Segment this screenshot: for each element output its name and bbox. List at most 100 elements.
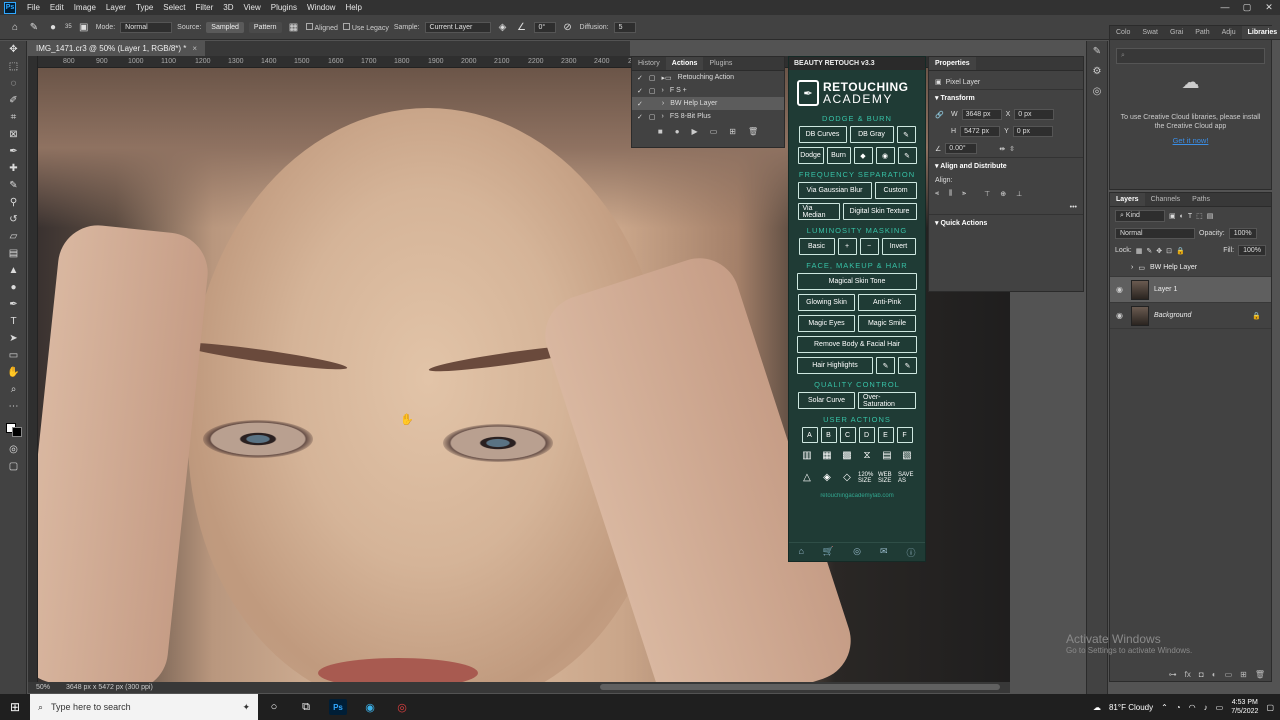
type-tool-icon[interactable]: T	[0, 313, 27, 330]
angle-input[interactable]: 0.00°	[945, 143, 978, 154]
kind-filter-select[interactable]: ⌕ Kind	[1115, 210, 1165, 222]
db-curves-button[interactable]: DB Curves	[798, 126, 847, 143]
academy-url[interactable]: retouchingacademylab.com	[789, 493, 925, 499]
align-top-icon[interactable]: ⊤	[984, 190, 990, 198]
diffusion-input[interactable]: 5	[613, 21, 636, 33]
tab-plugins[interactable]: Plugins	[703, 57, 738, 70]
solar-curve-button[interactable]: Solar Curve	[798, 392, 855, 409]
close-tab-icon[interactable]: ×	[192, 44, 197, 53]
ignore-adjustment-icon[interactable]: ◈	[496, 22, 510, 33]
layer-row-group[interactable]: › ▭ BW Help Layer	[1110, 259, 1271, 277]
new-group-icon[interactable]: ▭	[1225, 670, 1233, 679]
lock-position-icon[interactable]: ✥	[1156, 247, 1162, 255]
task-view-icon[interactable]: ⧉	[290, 694, 322, 720]
weather-text[interactable]: 81°F Cloudy	[1109, 703, 1153, 712]
new-action-icon[interactable]: ⊞	[729, 127, 736, 136]
tab-paths[interactable]: Paths	[1186, 193, 1216, 206]
menu-file[interactable]: File	[22, 3, 45, 12]
brush-icon[interactable]: ✎	[896, 126, 916, 143]
visibility-eye-icon[interactable]: ◉	[1116, 285, 1126, 294]
minimize-icon[interactable]: —	[1214, 0, 1236, 15]
brush-icon[interactable]: ✎	[876, 357, 895, 374]
aligned-checkbox[interactable]: Aligned	[305, 22, 338, 32]
web-size-button[interactable]: WEB SIZE	[878, 469, 896, 487]
y-input[interactable]: 0 px	[1012, 126, 1053, 137]
document-tab[interactable]: IMG_1471.cr3 @ 50% (Layer 1, RGB/8*) * ×	[28, 41, 206, 56]
frame-tool-icon[interactable]: ⊠	[0, 126, 27, 143]
get-it-now-link[interactable]: Get it now!	[1110, 136, 1271, 145]
user-action-b-button[interactable]: B	[820, 427, 837, 443]
network-icon[interactable]: ◔	[1176, 703, 1181, 712]
flatten-icon[interactable]: ◇	[838, 469, 856, 487]
record-icon[interactable]: ●	[675, 127, 680, 136]
brush-icon[interactable]: ✎	[898, 357, 917, 374]
align-center-icon[interactable]: ⫼	[949, 190, 952, 198]
magic-eyes-button[interactable]: Magic Eyes	[798, 315, 855, 332]
delete-icon[interactable]: 🗑	[748, 127, 758, 136]
history-icon[interactable]: ◎	[1087, 81, 1107, 101]
sharpen-icon[interactable]: △	[798, 469, 816, 487]
screen-mode-icon[interactable]: ▢	[0, 458, 27, 475]
filter-pixel-icon[interactable]: ▣	[1169, 212, 1176, 220]
x-input[interactable]: 0 px	[1014, 109, 1055, 120]
user-action-e-button[interactable]: E	[877, 427, 894, 443]
eyedropper-tool-icon[interactable]: ✒	[0, 143, 27, 160]
basic-button[interactable]: Basic	[798, 238, 835, 255]
minus-button[interactable]: −	[859, 238, 879, 255]
menu-layer[interactable]: Layer	[101, 3, 131, 12]
action-row[interactable]: ✓ ▢ › F S +	[632, 84, 784, 97]
path-select-tool-icon[interactable]: ➤	[0, 330, 27, 347]
flip-horizontal-icon[interactable]: ⇹	[999, 145, 1005, 153]
angle-input[interactable]: 0°	[533, 21, 556, 33]
custom-button[interactable]: Custom	[874, 182, 917, 199]
lock-artboard-icon[interactable]: ⊡	[1166, 247, 1172, 255]
hand-tool-icon[interactable]: ✋	[0, 364, 27, 381]
via-gaussian-blur-button[interactable]: Via Gaussian Blur	[797, 182, 872, 199]
size-120-button[interactable]: 120% SIZE	[858, 469, 876, 487]
anti-pink-button[interactable]: Anti-Pink	[858, 294, 916, 311]
magical-skin-tone-button[interactable]: Magical Skin Tone	[797, 273, 917, 290]
mail-icon[interactable]: ✉	[880, 546, 888, 559]
transform-section[interactable]: ▾ Transform	[929, 89, 1083, 106]
use-legacy-checkbox[interactable]: Use Legacy	[342, 22, 389, 32]
menu-filter[interactable]: Filter	[191, 3, 219, 12]
eraser-tool-icon[interactable]: ▱	[0, 228, 27, 245]
source-sampled-button[interactable]: Sampled	[206, 21, 244, 33]
user-action-c-button[interactable]: C	[839, 427, 856, 443]
align-left-icon[interactable]: ⫷	[935, 190, 939, 198]
align-bottom-icon[interactable]: ⊥	[1016, 190, 1022, 198]
move-tool-icon[interactable]: ✥	[0, 41, 27, 58]
frames-icon[interactable]: ▧	[898, 447, 916, 465]
weather-cloud-icon[interactable]: ☁	[1093, 703, 1101, 712]
dialog-toggle-icon[interactable]: ▢	[649, 113, 656, 121]
quick-mask-icon[interactable]: ◎	[0, 441, 27, 458]
clone-source-icon[interactable]: ⚙	[1087, 61, 1107, 81]
brush-settings-icon[interactable]: ✎	[1087, 41, 1107, 61]
chevron-right-icon[interactable]: ›	[662, 100, 664, 107]
layer-row-selected[interactable]: ◉ Layer 1	[1110, 277, 1271, 303]
filter-adjustment-icon[interactable]: ◐	[1180, 213, 1184, 220]
blur-tool-icon[interactable]: ▲	[0, 262, 27, 279]
taskbar-photoshop[interactable]: Ps	[322, 694, 354, 720]
dialog-toggle-icon[interactable]: ▢	[649, 74, 656, 82]
spot-healing-tool-icon[interactable]: ✚	[0, 160, 27, 177]
burn-button[interactable]: Burn	[826, 147, 851, 164]
tab-channels[interactable]: Channels	[1145, 193, 1187, 206]
tab-swatches[interactable]: Swat	[1136, 26, 1164, 39]
link-layers-icon[interactable]: ⊶	[1169, 670, 1177, 679]
user-action-f-button[interactable]: F	[896, 427, 913, 443]
align-right-icon[interactable]: ⫸	[962, 190, 966, 198]
more-options-icon[interactable]: •••	[1070, 204, 1077, 211]
cart-icon[interactable]: 🛒	[823, 546, 834, 559]
brush-tool-icon[interactable]: ✎	[0, 177, 27, 194]
visibility-eye-icon[interactable]: ◉	[1116, 311, 1126, 320]
battery-icon[interactable]: ▭	[1216, 703, 1224, 712]
menu-type[interactable]: Type	[131, 3, 158, 12]
digital-skin-texture-button[interactable]: Digital Skin Texture	[842, 203, 917, 220]
play-icon[interactable]: ▶	[692, 127, 698, 136]
action-row[interactable]: ✓ ▢ › FS 8-Bit Plus	[632, 110, 784, 123]
sample-select[interactable]: Current Layer	[424, 21, 491, 33]
via-median-button[interactable]: Via Median	[797, 203, 840, 220]
stop-icon[interactable]: ■	[658, 127, 663, 136]
new-set-icon[interactable]: ▭	[710, 127, 718, 136]
